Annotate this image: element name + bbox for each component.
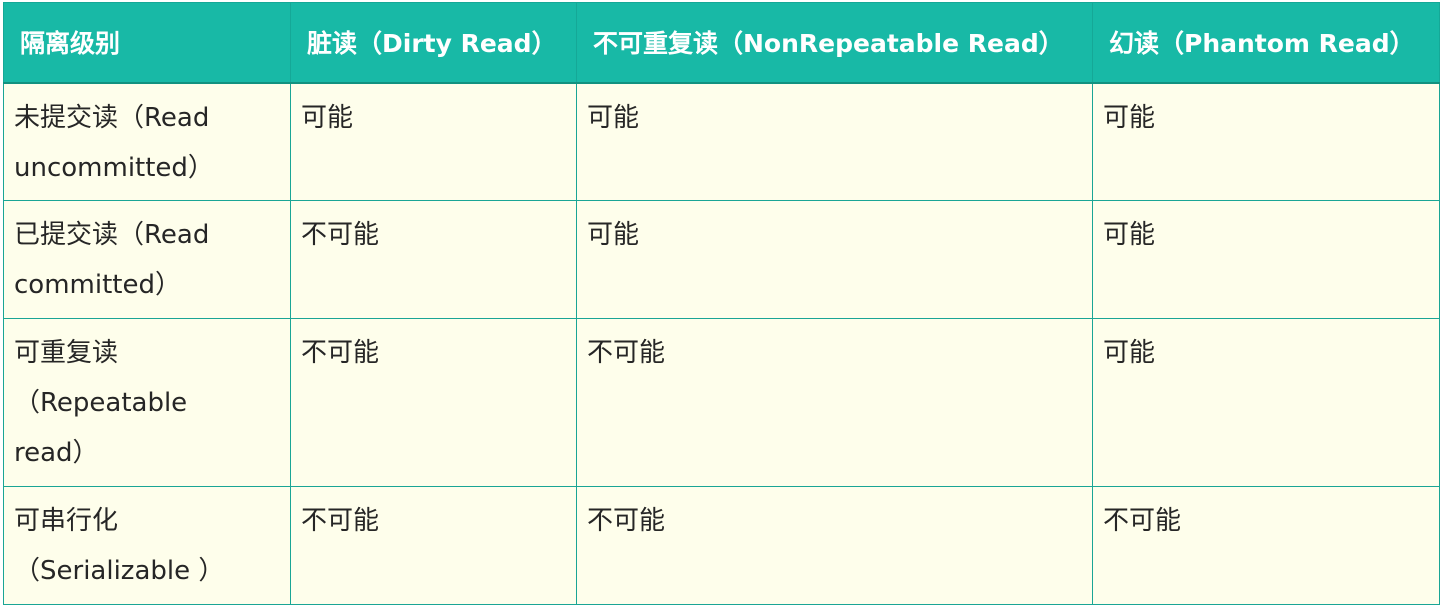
table-row: 可串行化 （Serializable ） 不可能 不可能 不可能 <box>3 486 1440 605</box>
level-line: 可串行化 <box>14 506 119 536</box>
table-row: 已提交读（Read committed） 不可能 可能 可能 <box>3 200 1440 319</box>
cell-dirty-read: 不可能 <box>290 200 577 319</box>
header-dirty-read: 脏读（Dirty Read） <box>290 2 577 84</box>
level-line: 已提交读（Read <box>14 220 210 250</box>
level-line: committed） <box>14 270 181 300</box>
cell-isolation-level: 可重复读 （Repeatable read） <box>3 318 291 487</box>
cell-phantom-read: 可能 <box>1092 318 1440 487</box>
header-phantom-read: 幻读（Phantom Read） <box>1092 2 1440 84</box>
level-line: uncommitted） <box>14 152 214 183</box>
cell-nonrepeatable-read: 不可能 <box>576 318 1093 487</box>
level-line: 可重复读 <box>14 338 119 368</box>
cell-dirty-read: 不可能 <box>290 486 577 605</box>
table-row: 可重复读 （Repeatable read） 不可能 不可能 可能 <box>3 318 1440 487</box>
cell-phantom-read: 可能 <box>1092 82 1440 201</box>
isolation-level-table: 隔离级别 脏读（Dirty Read） 不可重复读（NonRepeatable … <box>3 2 1440 605</box>
cell-nonrepeatable-read: 可能 <box>576 82 1093 201</box>
level-line: 未提交读（Read <box>14 102 210 133</box>
cell-phantom-read: 可能 <box>1092 200 1440 319</box>
cell-dirty-read: 不可能 <box>290 318 577 487</box>
header-nonrepeatable-read: 不可重复读（NonRepeatable Read） <box>576 2 1093 84</box>
cell-isolation-level: 可串行化 （Serializable ） <box>3 486 291 605</box>
cell-nonrepeatable-read: 不可能 <box>576 486 1093 605</box>
cell-isolation-level: 未提交读（Read uncommitted） <box>3 82 291 201</box>
cell-isolation-level: 已提交读（Read committed） <box>3 200 291 319</box>
level-line: （Repeatable <box>14 388 188 418</box>
cell-phantom-read: 不可能 <box>1092 486 1440 605</box>
cell-nonrepeatable-read: 可能 <box>576 200 1093 319</box>
level-line: （Serializable ） <box>14 556 225 586</box>
level-line: read） <box>14 438 99 468</box>
cell-dirty-read: 可能 <box>290 82 577 201</box>
table-row: 未提交读（Read uncommitted） 可能 可能 可能 <box>3 82 1440 201</box>
table-body: 未提交读（Read uncommitted） 可能 可能 可能 已提交读（Rea… <box>3 82 1440 605</box>
header-isolation-level: 隔离级别 <box>3 2 291 84</box>
table-header: 隔离级别 脏读（Dirty Read） 不可重复读（NonRepeatable … <box>3 2 1440 84</box>
header-row: 隔离级别 脏读（Dirty Read） 不可重复读（NonRepeatable … <box>3 2 1440 84</box>
isolation-level-table-container: 隔离级别 脏读（Dirty Read） 不可重复读（NonRepeatable … <box>0 0 1442 608</box>
